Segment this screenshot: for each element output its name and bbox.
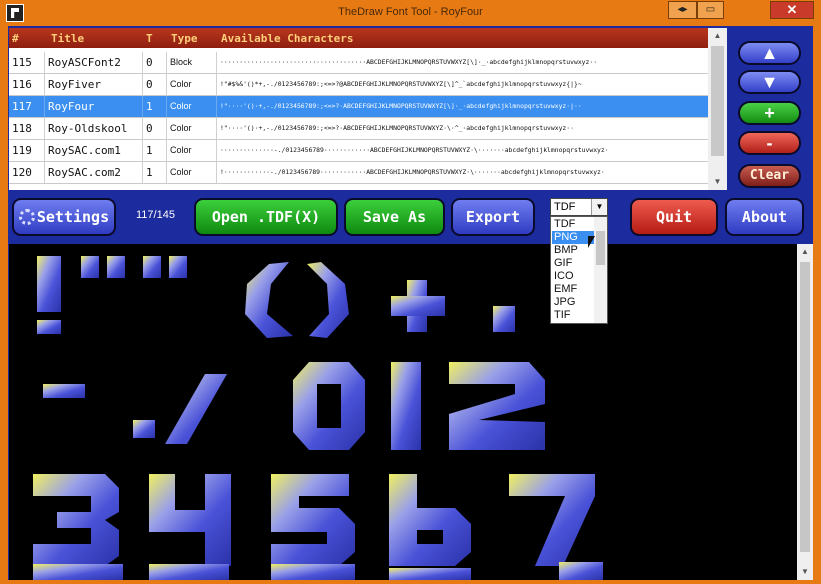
format-option[interactable]: EMF [552, 283, 595, 296]
main-area: # Title T Type Available Characters 115 … [8, 26, 813, 580]
header-title[interactable]: Title [51, 32, 84, 45]
header-id[interactable]: # [12, 32, 19, 45]
cell-t: 0 [143, 74, 167, 95]
format-option[interactable]: TDF [552, 218, 595, 231]
preview-art [33, 256, 603, 580]
move-up-button[interactable]: ▲ [738, 41, 801, 65]
export-button[interactable]: Export [451, 198, 535, 236]
table-row[interactable]: 118 Roy-Oldskool 0 Color !"····'()·+,-./… [9, 118, 708, 140]
cell-chars: !"····'()·+,-./0123456789:;<=>?·ABCDEFGH… [220, 124, 574, 132]
close-button[interactable]: ✕ [770, 1, 814, 19]
cell-title: RoyFour [45, 96, 143, 117]
minimize-button[interactable]: ▭ [697, 1, 724, 19]
cell-id: 116 [9, 74, 45, 95]
scroll-down-icon[interactable]: ▼ [797, 564, 813, 580]
cell-type: Color [167, 162, 217, 183]
settings-label: Settings [36, 208, 110, 226]
cell-title: RoyFiver [45, 74, 143, 95]
mouse-cursor-icon [588, 236, 595, 248]
cell-t: 1 [143, 162, 167, 183]
preview-scrollbar[interactable]: ▲ ▼ [797, 244, 813, 580]
format-selected: TDF [554, 201, 576, 213]
cell-t: 1 [143, 140, 167, 161]
cell-chars: !"····'()·+,-./0123456789:;<=>?·ABCDEFGH… [220, 102, 582, 110]
header-type[interactable]: Type [171, 32, 198, 45]
cell-title: RoySAC.com2 [45, 162, 143, 183]
about-button[interactable]: About [725, 198, 804, 236]
cell-id: 117 [9, 96, 45, 117]
cell-id: 118 [9, 118, 45, 139]
cell-chars: ······································AB… [220, 58, 598, 66]
cell-chars: ··············-./0123456789············A… [220, 146, 609, 154]
format-option[interactable]: GIF [552, 257, 595, 270]
cell-type: Color [167, 118, 217, 139]
cell-id: 119 [9, 140, 45, 161]
dropdown-scrollbar[interactable] [594, 217, 607, 323]
add-button[interactable]: + [738, 101, 801, 125]
table-row[interactable]: 120 RoySAC.com2 1 Color !············-./… [9, 162, 708, 184]
scroll-up-icon[interactable]: ▲ [708, 28, 727, 44]
cell-chars: !············-./0123456789············AB… [220, 168, 605, 176]
format-option[interactable]: JPG [552, 296, 595, 309]
font-counter: 117/145 [136, 209, 175, 221]
cell-type: Color [167, 140, 217, 161]
cell-title: Roy-Oldskool [45, 118, 143, 139]
save-as-button[interactable]: Save As [344, 198, 445, 236]
format-option[interactable]: TIF [552, 309, 595, 322]
cell-title: RoySAC.com1 [45, 140, 143, 161]
cell-chars: !"#$%&'()*+,-./0123456789:;<=>?@ABCDEFGH… [220, 80, 582, 88]
table-header: # Title T Type Available Characters [9, 28, 708, 48]
cell-t: 1 [143, 96, 167, 117]
scroll-down-icon[interactable]: ▼ [708, 174, 727, 190]
table-row[interactable]: 119 RoySAC.com1 1 Color ··············-.… [9, 140, 708, 162]
table-row[interactable]: 116 RoyFiver 0 Color !"#$%&'()*+,-./0123… [9, 74, 708, 96]
chevron-down-icon[interactable]: ▼ [591, 199, 607, 215]
cell-type: Color [167, 96, 217, 117]
restore-button[interactable]: ◂▸ [668, 1, 697, 19]
table-scrollbar[interactable]: ▲ ▼ [708, 28, 727, 190]
settings-button[interactable]: Settings [12, 198, 116, 236]
gear-icon [18, 209, 35, 225]
table-row[interactable]: 115 RoyASCFont2 0 Block ················… [9, 52, 708, 74]
quit-button[interactable]: Quit [630, 198, 718, 236]
font-preview [9, 244, 797, 580]
font-table: # Title T Type Available Characters 115 … [9, 28, 708, 190]
remove-button[interactable]: - [738, 131, 801, 155]
header-t[interactable]: T [146, 32, 153, 45]
title-bar: TheDraw Font Tool - RoyFour ◂▸ ▭ ✕ [0, 0, 821, 26]
scroll-thumb[interactable] [800, 262, 810, 552]
cell-title: RoyASCFont2 [45, 52, 143, 73]
cell-type: Color [167, 74, 217, 95]
format-dropdown-list: TDF PNG BMP GIF ICO EMF JPG TIF [550, 216, 608, 324]
table-row-selected[interactable]: 117 RoyFour 1 Color !"····'()·+,-./01234… [9, 96, 708, 118]
cell-t: 0 [143, 52, 167, 73]
open-tdf-button[interactable]: Open .TDF(X) [194, 198, 338, 236]
clear-button[interactable]: Clear [738, 164, 801, 188]
scroll-up-icon[interactable]: ▲ [797, 244, 813, 260]
cell-t: 0 [143, 118, 167, 139]
move-down-button[interactable]: ▼ [738, 70, 801, 94]
cell-id: 115 [9, 52, 45, 73]
format-option[interactable]: ICO [552, 270, 595, 283]
format-select[interactable]: TDF ▼ [550, 198, 608, 216]
header-chars[interactable]: Available Characters [221, 32, 353, 45]
cell-type: Block [167, 52, 217, 73]
scroll-thumb[interactable] [596, 231, 605, 265]
cell-id: 120 [9, 162, 45, 183]
scroll-thumb[interactable] [711, 46, 724, 156]
